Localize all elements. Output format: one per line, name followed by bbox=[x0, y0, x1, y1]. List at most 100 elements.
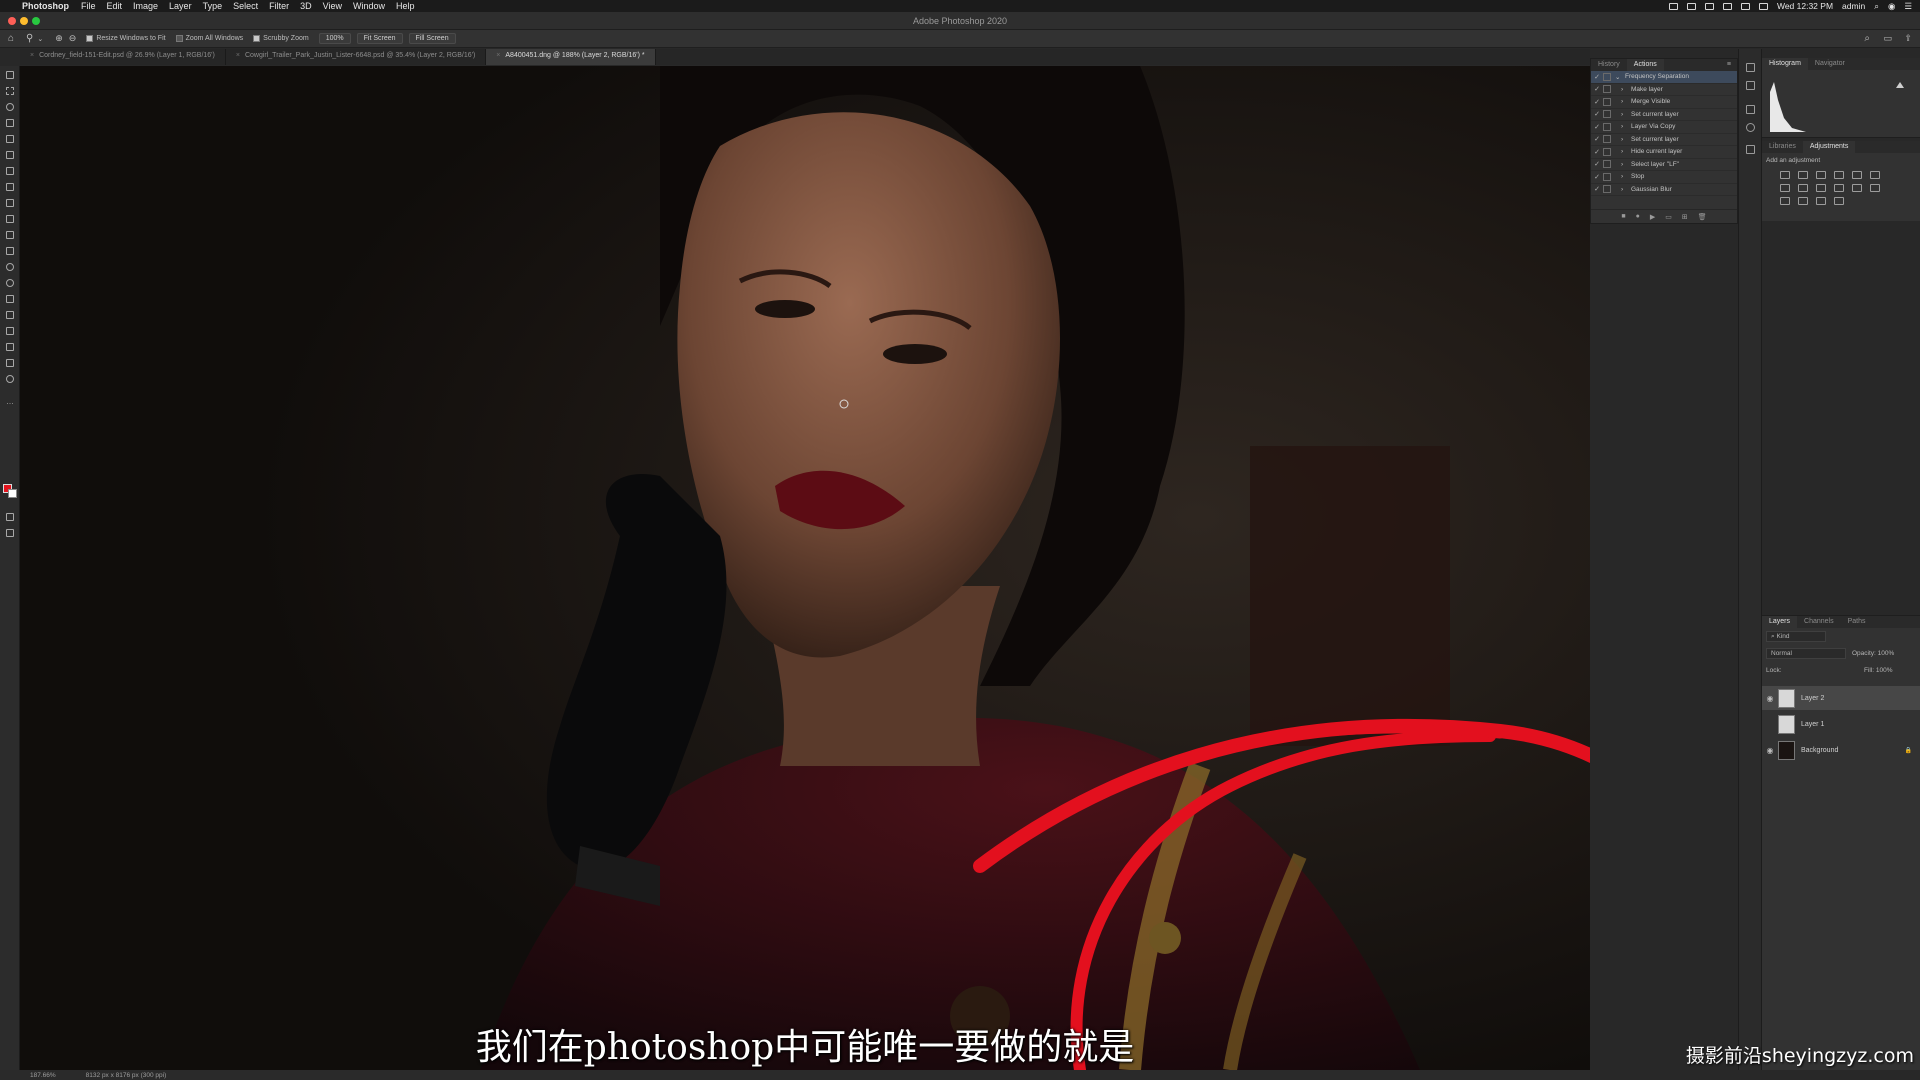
document-tab-active[interactable]: × A8400451.dng @ 188% (Layer 2, RGB/16') … bbox=[486, 49, 656, 65]
exposure-icon[interactable] bbox=[1834, 171, 1844, 179]
creative-cloud-icon[interactable] bbox=[1704, 2, 1714, 10]
layer-row[interactable]: Layer 1 bbox=[1762, 712, 1920, 736]
menu-filter[interactable]: Filter bbox=[269, 1, 289, 11]
play-icon[interactable]: ▶ bbox=[1650, 213, 1655, 221]
chevron-right-icon[interactable]: › bbox=[1621, 186, 1631, 193]
home-icon[interactable]: ⌂ bbox=[8, 33, 14, 44]
crop-tool-icon[interactable] bbox=[5, 134, 15, 144]
wifi-icon[interactable] bbox=[1740, 2, 1750, 10]
tab-paths[interactable]: Paths bbox=[1841, 616, 1873, 628]
action-row[interactable]: ✓ ⌄ Frequency Separation bbox=[1591, 71, 1737, 84]
eraser-tool-icon[interactable] bbox=[5, 230, 15, 240]
dialog-toggle-icon[interactable] bbox=[1603, 72, 1611, 81]
check-icon[interactable]: ✓ bbox=[1591, 173, 1603, 181]
scrubby-zoom-checkbox[interactable]: Scrubby Zoom bbox=[253, 35, 309, 42]
menu-view[interactable]: View bbox=[323, 1, 342, 11]
zoom-tool-icon[interactable] bbox=[5, 374, 15, 384]
layer-thumbnail[interactable] bbox=[1778, 688, 1795, 708]
character-panel-icon[interactable] bbox=[1746, 145, 1755, 154]
menu-type[interactable]: Type bbox=[203, 1, 223, 11]
check-icon[interactable]: ✓ bbox=[1591, 110, 1603, 118]
info-panel-icon[interactable] bbox=[1746, 123, 1755, 132]
zoom-out-icon[interactable]: ⊖ bbox=[69, 33, 77, 44]
chevron-down-icon[interactable]: ⌄ bbox=[1615, 73, 1625, 81]
move-tool-icon[interactable] bbox=[5, 70, 15, 80]
action-row[interactable]: ✓ › Merge Visible bbox=[1591, 96, 1737, 109]
posterize-icon[interactable] bbox=[1780, 197, 1790, 205]
menu-file[interactable]: File bbox=[81, 1, 96, 11]
close-tab-icon[interactable]: × bbox=[496, 52, 500, 59]
document-canvas[interactable]: 我们在photoshop中可能唯一要做的就是 bbox=[20, 66, 1590, 1070]
check-icon[interactable]: ✓ bbox=[1591, 123, 1603, 131]
action-row[interactable]: ✓ › Select layer "LF" bbox=[1591, 159, 1737, 171]
tab-adjustments[interactable]: Adjustments bbox=[1802, 141, 1856, 153]
tab-navigator[interactable]: Navigator bbox=[1808, 58, 1852, 70]
notification-center-icon[interactable]: ☰ bbox=[1904, 1, 1912, 12]
action-row[interactable]: ✓ › Set current layer bbox=[1591, 134, 1737, 146]
channel-mixer-icon[interactable] bbox=[1834, 184, 1844, 192]
close-tab-icon[interactable]: × bbox=[30, 52, 34, 59]
chevron-right-icon[interactable]: › bbox=[1621, 136, 1631, 143]
pen-tool-icon[interactable] bbox=[5, 294, 15, 304]
zoom-all-windows-checkbox[interactable]: Zoom All Windows bbox=[175, 35, 243, 42]
action-row[interactable]: ✓ › Make layer bbox=[1591, 84, 1737, 96]
dialog-toggle-icon[interactable] bbox=[1603, 185, 1611, 194]
eyedropper-tool-icon[interactable] bbox=[5, 150, 15, 160]
document-tab[interactable]: × Cordney_field-151-Edit.psd @ 26.9% (Lay… bbox=[20, 49, 226, 65]
photo-filter-icon[interactable] bbox=[1816, 184, 1826, 192]
tab-histogram[interactable]: Histogram bbox=[1762, 58, 1808, 70]
chevron-right-icon[interactable]: › bbox=[1621, 148, 1631, 155]
blur-tool-icon[interactable] bbox=[5, 262, 15, 272]
record-icon[interactable]: ● bbox=[1636, 213, 1640, 220]
type-tool-icon[interactable] bbox=[5, 310, 15, 320]
dialog-toggle-icon[interactable] bbox=[1603, 110, 1611, 119]
dialog-toggle-icon[interactable] bbox=[1603, 135, 1611, 144]
menu-select[interactable]: Select bbox=[233, 1, 258, 11]
action-row[interactable]: ✓ › Set current layer bbox=[1591, 109, 1737, 121]
battery-icon[interactable] bbox=[1758, 2, 1768, 10]
workspace-icon[interactable]: ▭ bbox=[1883, 33, 1892, 44]
screen-record-icon[interactable] bbox=[1668, 2, 1678, 10]
levels-icon[interactable] bbox=[1798, 171, 1808, 179]
layer-name[interactable]: Layer 1 bbox=[1801, 721, 1824, 728]
fit-screen-button[interactable]: Fit Screen bbox=[356, 33, 403, 44]
panel-menu-icon[interactable]: ≡ bbox=[1721, 59, 1737, 71]
color-lookup-icon[interactable] bbox=[1852, 184, 1862, 192]
fill-input[interactable]: 100% bbox=[1876, 667, 1893, 674]
tab-libraries[interactable]: Libraries bbox=[1762, 141, 1803, 153]
clone-stamp-tool-icon[interactable] bbox=[5, 198, 15, 208]
marquee-tool-icon[interactable] bbox=[5, 86, 15, 96]
zoom-100-button[interactable]: 100% bbox=[318, 33, 351, 44]
document-info-readout[interactable]: 8132 px x 8176 px (300 ppi) bbox=[86, 1072, 167, 1079]
zoom-tool-preset-icon[interactable]: ⚲ bbox=[26, 33, 33, 44]
brush-tool-icon[interactable] bbox=[5, 182, 15, 192]
threshold-icon[interactable] bbox=[1798, 197, 1808, 205]
tab-layers[interactable]: Layers bbox=[1762, 616, 1798, 628]
new-set-icon[interactable]: ▭ bbox=[1665, 213, 1672, 221]
close-tab-icon[interactable]: × bbox=[236, 52, 240, 59]
layer-kind-filter[interactable]: ⌕ Kind bbox=[1766, 631, 1826, 642]
zoom-level-readout[interactable]: 187.66% bbox=[30, 1072, 56, 1079]
action-row[interactable]: ✓ › Hide current layer bbox=[1591, 146, 1737, 159]
brightness-icon[interactable] bbox=[1780, 171, 1790, 179]
layer-name[interactable]: Background bbox=[1801, 747, 1838, 754]
visibility-eye-icon[interactable]: ◉ bbox=[1762, 694, 1778, 703]
chevron-right-icon[interactable]: › bbox=[1621, 161, 1631, 168]
tab-actions[interactable]: Actions bbox=[1626, 59, 1664, 71]
properties-panel-icon[interactable] bbox=[1746, 105, 1755, 114]
hue-saturation-icon[interactable] bbox=[1870, 171, 1880, 179]
path-selection-tool-icon[interactable] bbox=[5, 326, 15, 336]
check-icon[interactable]: ✓ bbox=[1591, 98, 1603, 106]
delete-icon[interactable]: 🗑 bbox=[1698, 213, 1707, 221]
tab-history[interactable]: History bbox=[1591, 59, 1627, 71]
layer-thumbnail[interactable] bbox=[1778, 714, 1795, 734]
menu-image[interactable]: Image bbox=[133, 1, 158, 11]
dialog-toggle-icon[interactable] bbox=[1603, 172, 1611, 181]
more-tools-icon[interactable]: … bbox=[5, 396, 15, 406]
menu-edit[interactable]: Edit bbox=[107, 1, 123, 11]
hand-tool-icon[interactable] bbox=[5, 358, 15, 368]
chevron-right-icon[interactable]: › bbox=[1621, 111, 1631, 118]
background-color-swatch[interactable] bbox=[8, 489, 17, 498]
siri-icon[interactable]: ◉ bbox=[1888, 1, 1895, 12]
search-icon[interactable]: ⌕ bbox=[1864, 33, 1870, 44]
